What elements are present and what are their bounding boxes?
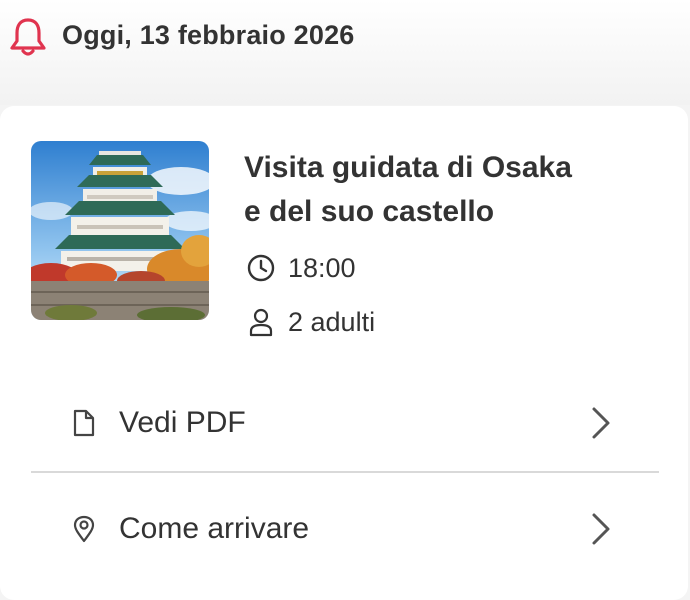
tour-image[interactable]: [31, 141, 209, 320]
view-pdf-label: Vedi PDF: [119, 406, 246, 439]
page-title: Oggi, 13 febbraio 2026: [62, 20, 355, 50]
directions-button[interactable]: Come arrivare: [31, 494, 659, 564]
chevron-right-icon: [592, 513, 610, 545]
bell-icon[interactable]: [8, 16, 48, 58]
location-pin-icon: [73, 515, 95, 543]
guests-row: 2 adulti: [246, 307, 375, 337]
time-row: 18:00: [246, 253, 356, 283]
divider: [31, 471, 659, 473]
view-pdf-button[interactable]: Vedi PDF: [31, 388, 659, 458]
header: Oggi, 13 febbraio 2026: [0, 0, 690, 105]
time-value: 18:00: [288, 252, 356, 283]
directions-label: Come arrivare: [119, 512, 310, 545]
guests-value: 2 adulti: [288, 306, 376, 337]
tour-title[interactable]: Visita guidata di Osaka e del suo castel…: [244, 146, 674, 234]
clock-icon: [247, 254, 275, 282]
user-icon: [249, 308, 273, 337]
osaka-castle-photo: [31, 141, 209, 320]
chevron-right-icon: [592, 407, 610, 439]
document-icon: [73, 409, 95, 437]
